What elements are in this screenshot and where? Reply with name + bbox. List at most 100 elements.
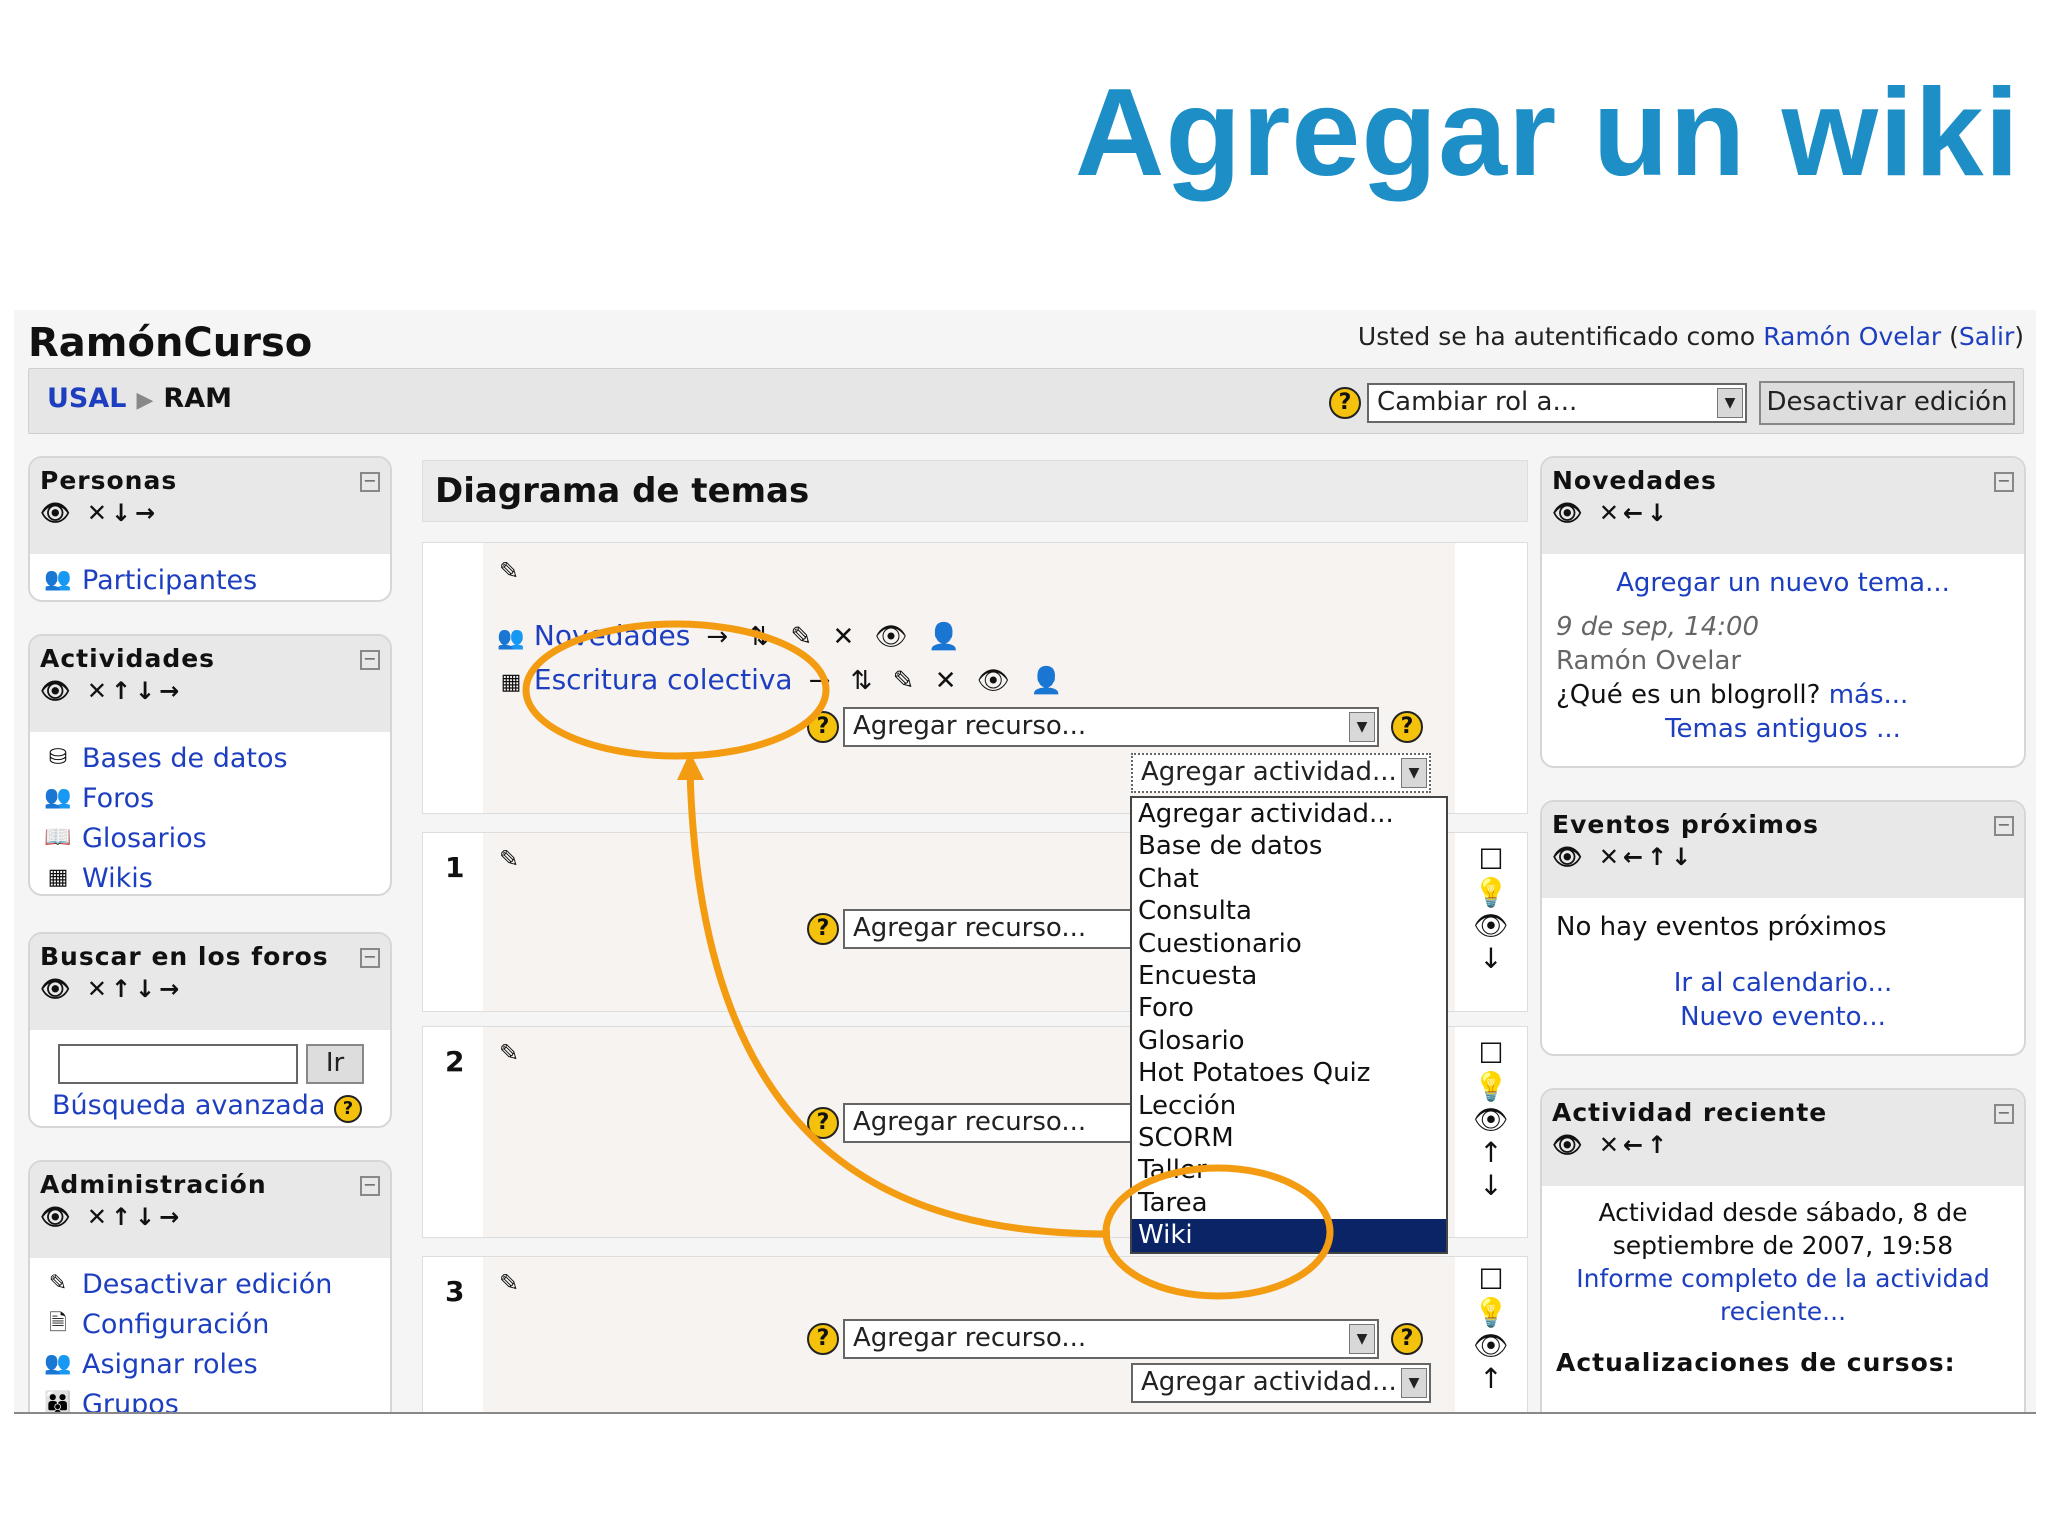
older-topics-link[interactable]: Temas antiguos ... xyxy=(1665,714,1901,744)
move-up-icon[interactable]: ↑ xyxy=(1455,1362,1527,1395)
help-icon[interactable]: ? xyxy=(334,1095,363,1123)
collapse-icon[interactable]: − xyxy=(360,948,380,968)
add-topic-link[interactable]: Agregar un nuevo tema... xyxy=(1616,568,1950,598)
move-controls[interactable]: ✕↓→ xyxy=(87,499,159,527)
eye-icon[interactable]: 👁 xyxy=(1455,1329,1527,1362)
link-grupos[interactable]: Grupos xyxy=(82,1389,179,1413)
add-resource-select[interactable]: Agregar recurso... xyxy=(843,1103,1143,1143)
breadcrumb-home[interactable]: USAL xyxy=(47,383,126,414)
move-controls[interactable]: ✕←↑ xyxy=(1599,1131,1671,1159)
search-go-button[interactable]: Ir xyxy=(306,1044,364,1084)
collapse-icon[interactable]: − xyxy=(1994,472,2014,492)
move-down-icon[interactable]: ↓ xyxy=(1455,942,1527,975)
link-novedades[interactable]: Novedades xyxy=(534,619,690,652)
calendar-link[interactable]: Ir al calendario... xyxy=(1674,968,1893,998)
dropdown-option[interactable]: Foro xyxy=(1132,992,1446,1024)
link-foros[interactable]: Foros xyxy=(82,783,154,814)
move-controls[interactable]: ✕↑↓→ xyxy=(87,677,183,705)
link-bases-de-datos[interactable]: Bases de datos xyxy=(82,743,288,774)
roles-eye-icon[interactable]: 👁 xyxy=(40,975,74,1003)
dropdown-option[interactable]: Taller xyxy=(1132,1154,1446,1186)
dropdown-option[interactable]: Consulta xyxy=(1132,895,1446,927)
dropdown-option-selected[interactable]: Wiki xyxy=(1132,1219,1446,1252)
help-icon[interactable]: ? xyxy=(1329,387,1361,419)
help-icon[interactable]: ? xyxy=(807,1323,839,1355)
roles-eye-icon[interactable]: 👁 xyxy=(40,677,74,705)
collapse-icon[interactable]: − xyxy=(1994,1104,2014,1124)
link-configuracion[interactable]: Configuración xyxy=(82,1309,269,1340)
link-participantes[interactable]: Participantes xyxy=(82,565,257,596)
highlight-icon[interactable]: ☐ xyxy=(1455,843,1527,876)
roles-eye-icon[interactable]: 👁 xyxy=(40,499,74,527)
full-report-link[interactable]: Informe completo de la actividad recient… xyxy=(1576,1264,1990,1326)
roles-eye-icon[interactable]: 👁 xyxy=(1552,843,1586,871)
roles-eye-icon[interactable]: 👁 xyxy=(40,1203,74,1231)
move-down-icon[interactable]: ↓ xyxy=(1455,1169,1527,1202)
help-icon[interactable]: ? xyxy=(807,711,839,743)
activity-dropdown-list[interactable]: Agregar actividad... Base de datos Chat … xyxy=(1130,796,1448,1254)
user-link[interactable]: Ramón Ovelar xyxy=(1763,322,1941,351)
block-controls[interactable]: 👁 ✕←↓ xyxy=(1552,499,2014,527)
move-controls[interactable]: ✕←↑↓ xyxy=(1599,843,1695,871)
collapse-icon[interactable]: − xyxy=(360,650,380,670)
help-icon[interactable]: ? xyxy=(1391,711,1423,743)
read-more-link[interactable]: más... xyxy=(1829,680,1909,710)
dropdown-option[interactable]: Cuestionario xyxy=(1132,928,1446,960)
edit-summary-icon[interactable]: ✎ xyxy=(499,845,519,873)
highlight-icon[interactable]: ☐ xyxy=(1455,1263,1527,1296)
resource-controls[interactable]: → ⇅ ✎ ✕ 👁 👤 xyxy=(706,622,966,652)
link-escritura-colectiva[interactable]: Escritura colectiva xyxy=(534,663,793,696)
block-controls[interactable]: 👁 ✕↑↓→ xyxy=(40,677,380,705)
move-controls[interactable]: ✕←↓ xyxy=(1599,499,1671,527)
dropdown-option[interactable]: Glosario xyxy=(1132,1025,1446,1057)
dropdown-option[interactable]: Base de datos xyxy=(1132,830,1446,862)
eye-icon[interactable]: 👁 xyxy=(1455,1103,1527,1136)
advanced-search-link[interactable]: Búsqueda avanzada xyxy=(52,1090,325,1121)
link-asignar-roles[interactable]: Asignar roles xyxy=(82,1349,258,1380)
roles-eye-icon[interactable]: 👁 xyxy=(1552,499,1586,527)
help-icon[interactable]: ? xyxy=(807,1107,839,1139)
eye-icon[interactable]: 👁 xyxy=(1455,909,1527,942)
link-wikis[interactable]: Wikis xyxy=(82,863,153,894)
help-icon[interactable]: ? xyxy=(1391,1323,1423,1355)
dropdown-option[interactable]: Encuesta xyxy=(1132,960,1446,992)
dropdown-option[interactable]: Lección xyxy=(1132,1090,1446,1122)
dropdown-option[interactable]: Hot Potatoes Quiz xyxy=(1132,1057,1446,1089)
lightbulb-icon[interactable]: 💡 xyxy=(1455,876,1527,909)
link-desactivar-edicion[interactable]: Desactivar edición xyxy=(82,1269,332,1300)
logout-link[interactable]: Salir xyxy=(1959,322,2014,351)
help-icon[interactable]: ? xyxy=(807,913,839,945)
new-event-link[interactable]: Nuevo evento... xyxy=(1680,1002,1886,1032)
edit-summary-icon[interactable]: ✎ xyxy=(499,557,519,585)
highlight-icon[interactable]: ☐ xyxy=(1455,1037,1527,1070)
dropdown-option[interactable]: Chat xyxy=(1132,863,1446,895)
block-controls[interactable]: 👁 ✕←↑ xyxy=(1552,1131,2014,1159)
add-resource-select[interactable]: Agregar recurso... ▼ xyxy=(843,707,1379,747)
move-controls[interactable]: ✕↑↓→ xyxy=(87,975,183,1003)
lightbulb-icon[interactable]: 💡 xyxy=(1455,1296,1527,1329)
dropdown-option[interactable]: Tarea xyxy=(1132,1187,1446,1219)
forum-search-input[interactable] xyxy=(58,1044,298,1084)
dropdown-option[interactable]: Agregar actividad... xyxy=(1132,798,1446,830)
move-controls[interactable]: ✕↑↓→ xyxy=(87,1203,183,1231)
add-resource-select[interactable]: Agregar recurso... ▼ xyxy=(843,1319,1379,1359)
move-up-icon[interactable]: ↑ xyxy=(1455,1136,1527,1169)
dropdown-option[interactable]: SCORM xyxy=(1132,1122,1446,1154)
add-resource-select[interactable]: Agregar recurso... xyxy=(843,909,1143,949)
collapse-icon[interactable]: − xyxy=(360,1176,380,1196)
add-activity-select[interactable]: Agregar actividad... ▼ xyxy=(1131,753,1431,793)
link-glosarios[interactable]: Glosarios xyxy=(82,823,207,854)
lightbulb-icon[interactable]: 💡 xyxy=(1455,1070,1527,1103)
block-controls[interactable]: 👁 ✕↑↓→ xyxy=(40,1203,380,1231)
collapse-icon[interactable]: − xyxy=(360,472,380,492)
resource-controls[interactable]: → ⇅ ✎ ✕ 👁 👤 xyxy=(809,666,1069,696)
toggle-edit-button[interactable]: Desactivar edición xyxy=(1759,381,2015,425)
add-activity-select[interactable]: Agregar actividad... ▼ xyxy=(1131,1363,1431,1403)
edit-summary-icon[interactable]: ✎ xyxy=(499,1269,519,1297)
roles-eye-icon[interactable]: 👁 xyxy=(1552,1131,1586,1159)
collapse-icon[interactable]: − xyxy=(1994,816,2014,836)
edit-summary-icon[interactable]: ✎ xyxy=(499,1039,519,1067)
block-controls[interactable]: 👁 ✕↑↓→ xyxy=(40,975,380,1003)
block-controls[interactable]: 👁 ✕←↑↓ xyxy=(1552,843,2014,871)
block-controls[interactable]: 👁 ✕↓→ xyxy=(40,499,380,527)
